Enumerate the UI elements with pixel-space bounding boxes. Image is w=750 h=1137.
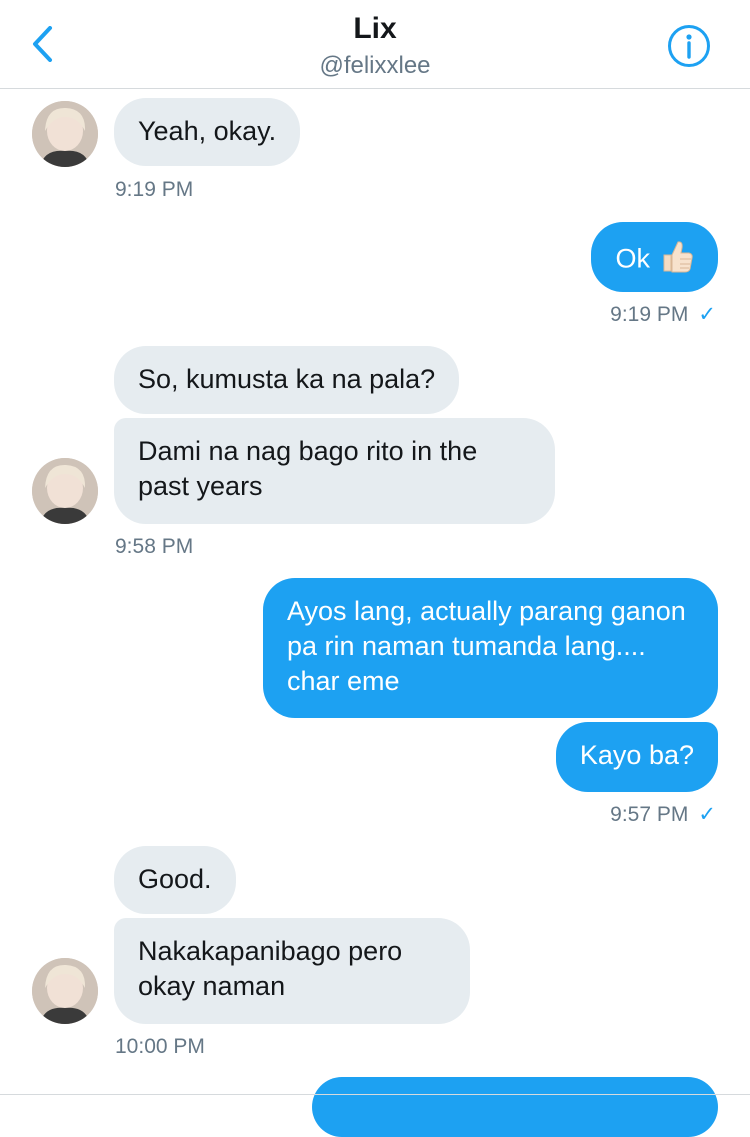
read-check-icon: ✓: [698, 303, 716, 326]
thumbs-up-emoji-icon: [660, 238, 694, 283]
timestamp-text: 9:57 PM: [610, 803, 689, 826]
message-timestamp: 9:19 PM: [115, 178, 194, 201]
message-bubble-partial[interactable]: [312, 1077, 718, 1137]
message-bubble[interactable]: Ayos lang, actually parang ganon pa rin …: [263, 578, 718, 718]
contact-name[interactable]: Lix: [0, 12, 750, 46]
message-bubble[interactable]: So, kumusta ka na pala?: [114, 346, 460, 414]
message-bubble[interactable]: Nakakapanibago pero okay naman: [114, 918, 470, 1024]
message-text: Ok: [615, 243, 650, 274]
message-timestamp: 9:58 PM: [115, 535, 194, 558]
read-check-icon: ✓: [698, 803, 716, 826]
avatar[interactable]: [32, 101, 98, 167]
message-bubble[interactable]: Good.: [114, 846, 236, 914]
message-timestamp: 10:00 PM: [115, 1035, 205, 1058]
message-timestamp: 9:57 PM ✓: [610, 802, 716, 827]
composer-divider: [0, 1094, 750, 1095]
message-bubble[interactable]: Yeah, okay.: [114, 98, 301, 166]
conversation-header: Lix @felixxlee: [0, 0, 750, 89]
message-bubble[interactable]: Dami na nag bago rito in the past years: [114, 418, 555, 524]
contact-handle[interactable]: @felixxlee: [0, 52, 750, 80]
message-timestamp: 9:19 PM ✓: [610, 302, 716, 327]
message-bubble[interactable]: Ok: [591, 222, 718, 292]
avatar[interactable]: [32, 958, 98, 1024]
timestamp-text: 9:19 PM: [610, 303, 689, 326]
message-bubble[interactable]: Kayo ba?: [555, 722, 718, 792]
info-button[interactable]: [665, 22, 713, 70]
avatar[interactable]: [32, 458, 98, 524]
info-circle-icon: [668, 25, 710, 67]
